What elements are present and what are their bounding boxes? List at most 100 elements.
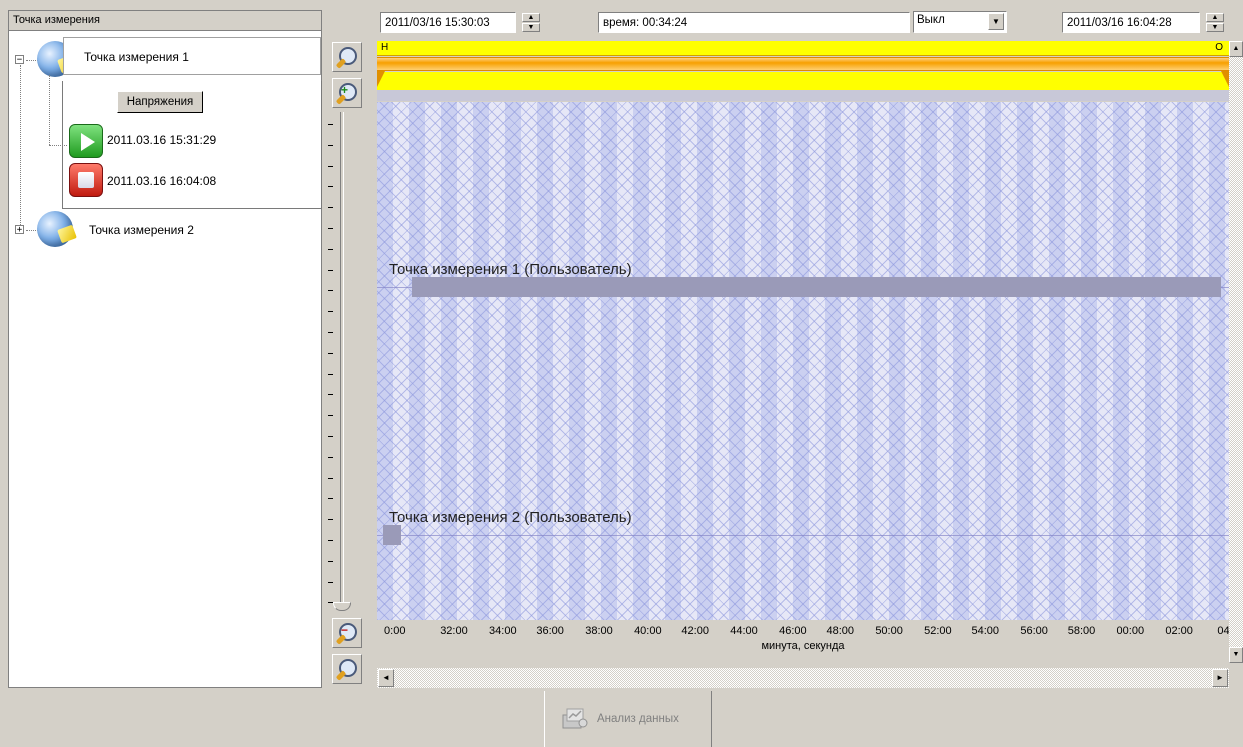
tree-connector: [49, 75, 50, 145]
spin-up-icon[interactable]: ▲: [522, 13, 540, 22]
zoom-slider-tick: [328, 581, 333, 583]
zoom-slider-tick: [328, 373, 333, 375]
time-axis-tick-label: 38:00: [585, 625, 613, 637]
end-datetime-field[interactable]: 2011/03/16 16:04:28: [1062, 12, 1200, 33]
tree-connector: [49, 145, 67, 146]
time-axis-tick-label: 0:00: [384, 625, 406, 637]
mode-select[interactable]: Выкл ▼: [913, 11, 1007, 33]
end-datetime-spinner[interactable]: ▲ ▼: [1206, 13, 1224, 32]
gantt-chart-area[interactable]: Точка измерения 1 (Пользователь) Точка из…: [377, 102, 1229, 620]
scroll-left-icon[interactable]: ◄: [378, 669, 394, 687]
timeline-range-selector[interactable]: Н О: [377, 41, 1229, 101]
gantt-series-label: Точка измерения 1 (Пользователь): [389, 261, 632, 278]
start-datetime-field[interactable]: 2011/03/16 15:30:03: [380, 12, 516, 33]
scroll-up-icon[interactable]: ▲: [1229, 41, 1243, 57]
spin-up-icon[interactable]: ▲: [1206, 13, 1224, 22]
time-axis-tick-label: 00:00: [1116, 625, 1145, 637]
zoom-slider-thumb[interactable]: [333, 602, 351, 611]
tree-item-label: Точка измерения 1: [84, 50, 189, 64]
gantt-bar[interactable]: [383, 525, 401, 545]
tree-panel: Точка измерения − Точка измерения 1 Напр…: [8, 10, 322, 688]
time-axis-tick-label: 40:00: [634, 625, 662, 637]
gantt-row-line: [377, 535, 1229, 536]
gantt-bar[interactable]: [412, 277, 1221, 297]
timeline-selection-band[interactable]: [377, 57, 1229, 71]
time-axis-tick-label: 42:00: [681, 625, 709, 637]
chevron-down-icon[interactable]: ▼: [988, 13, 1004, 30]
time-axis-label: минута, секунда: [761, 640, 845, 652]
zoom-slider-tick: [328, 498, 333, 500]
voltage-button[interactable]: Напряжения: [117, 91, 203, 113]
start-datetime-spinner[interactable]: ▲ ▼: [522, 13, 540, 32]
tree-item-node2[interactable]: Точка измерения 2: [89, 223, 194, 237]
zoom-slider-tick: [328, 332, 333, 333]
zoom-slider-track[interactable]: [340, 112, 344, 610]
zoom-reset-bottom-button[interactable]: [332, 654, 362, 684]
tree-connector: [20, 65, 21, 227]
data-analysis-label: Анализ данных: [597, 713, 679, 725]
spin-down-icon[interactable]: ▼: [1206, 23, 1224, 32]
tree-expand-node2[interactable]: +: [15, 225, 24, 235]
vertical-scrollbar[interactable]: ▲ ▼: [1229, 41, 1243, 663]
zoom-slider-tick: [328, 269, 333, 271]
record-start-time: 2011.03.16 15:31:29: [107, 133, 217, 147]
zoom-slider-tick: [328, 394, 333, 396]
analysis-icon: [562, 708, 588, 729]
zoom-slider-tick: [328, 352, 333, 354]
time-axis-tick-label: 52:00: [924, 625, 952, 637]
timeline-left-handle[interactable]: [377, 71, 385, 87]
zoom-slider-tick: [328, 415, 333, 417]
timeline-start-marker[interactable]: Н: [381, 41, 388, 54]
time-axis-tick-label: 50:00: [875, 625, 903, 637]
tree-item-node1[interactable]: Точка измерения 1: [63, 37, 321, 75]
timeline-divider: [377, 90, 1229, 101]
time-axis-tick-label: 44:00: [730, 625, 758, 637]
timeline-lower-bar: [377, 72, 1229, 90]
zoom-slider-tick: [328, 186, 333, 188]
zoom-slider-tick: [328, 165, 333, 167]
time-axis: 0:00 32:00 34:00 36:00 38:00 40:00 42:00 44:00 4…: [377, 620, 1233, 656]
zoom-slider-tick: [328, 144, 333, 146]
time-axis-tick-label: 48:00: [826, 625, 854, 637]
vertical-scroll-track[interactable]: [1229, 57, 1243, 647]
stop-icon[interactable]: [69, 163, 103, 197]
gantt-series-label: Точка измерения 2 (Пользователь): [389, 509, 632, 526]
horizontal-scrollbar[interactable]: ◄ ►: [377, 668, 1229, 688]
zoom-slider-tick: [328, 540, 333, 541]
time-axis-tick-label: 58:00: [1067, 625, 1096, 637]
gantt-series-layer: Точка измерения 1 (Пользователь) Точка из…: [377, 102, 1229, 620]
scroll-right-icon[interactable]: ►: [1212, 669, 1228, 687]
spin-down-icon[interactable]: ▼: [522, 23, 540, 32]
data-analysis-button[interactable]: Анализ данных: [544, 691, 712, 747]
measurement-point-icon: [37, 211, 73, 247]
time-axis-tick-label: 54:00: [971, 625, 1000, 637]
zoom-slider-tick: [328, 456, 333, 458]
time-axis-tick-label: 32:00: [440, 625, 468, 637]
zoom-slider-tick: [328, 519, 333, 521]
zoom-slider-tick: [328, 248, 333, 250]
zoom-reset-top-button[interactable]: [332, 42, 362, 72]
scroll-down-icon[interactable]: ▼: [1229, 647, 1243, 663]
time-axis-tick-label: 36:00: [536, 625, 564, 637]
duration-field: время: 00:34:24: [598, 12, 910, 33]
mode-select-value: Выкл: [917, 14, 945, 26]
record-end-time: 2011.03.16 16:04:08: [107, 174, 217, 188]
timeline-marker-bar: Н О: [377, 41, 1229, 56]
zoom-slider-tick: [328, 207, 333, 209]
play-icon[interactable]: [69, 124, 103, 158]
time-axis-tick-label: 46:00: [779, 625, 807, 637]
time-axis-tick-label: 56:00: [1020, 625, 1048, 637]
tree-collapse-node1[interactable]: −: [15, 55, 24, 65]
zoom-out-button[interactable]: −: [332, 618, 362, 648]
zoom-slider-tick: [328, 436, 333, 437]
zoom-slider-tick: [328, 290, 333, 292]
time-axis-tick-label: 02:00: [1165, 625, 1193, 637]
time-axis-tick-label: 34:00: [489, 625, 517, 637]
time-axis-ticks: 0:00 32:00 34:00 36:00 38:00 40:00 42:00 44:00 4…: [377, 620, 1233, 638]
zoom-slider-tick: [328, 228, 333, 229]
zoom-slider-tick: [328, 560, 333, 562]
zoom-slider-tick: [328, 477, 333, 479]
timeline-right-handle[interactable]: [1221, 71, 1229, 87]
zoom-in-button[interactable]: +: [332, 78, 362, 108]
timeline-end-marker[interactable]: О: [1215, 41, 1223, 54]
